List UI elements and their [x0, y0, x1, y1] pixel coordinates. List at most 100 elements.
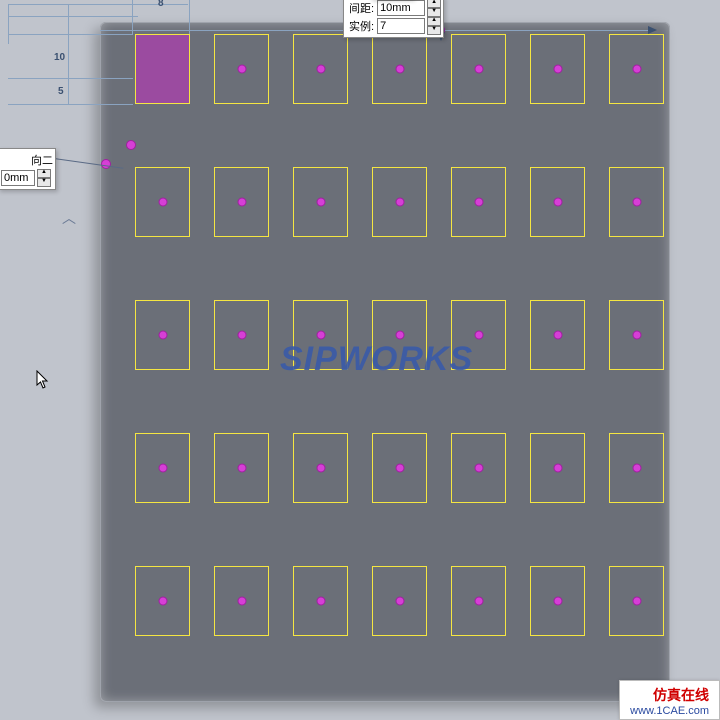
direction-2-panel[interactable]: 向二 0mm ▲▼	[0, 148, 56, 190]
instance-center-point	[553, 198, 562, 207]
instance-center-point	[632, 65, 641, 74]
instance-center-point	[632, 198, 641, 207]
pattern-instance[interactable]	[609, 566, 664, 636]
direction-1-panel[interactable]: 间距: 10mm ▲▼ 实例: 7 ▲▼	[343, 0, 444, 38]
pattern-instance[interactable]	[135, 167, 190, 237]
instance-center-point	[395, 65, 404, 74]
panel1-row2-spinner[interactable]: ▲▼	[427, 17, 441, 35]
pattern-instance[interactable]	[214, 34, 269, 104]
dim-label-left-10: 10	[54, 52, 65, 63]
sketch-point-b[interactable]	[126, 140, 136, 150]
cursor-icon	[36, 370, 50, 390]
spinner-down-icon[interactable]: ▼	[37, 178, 51, 187]
spinner-up-icon[interactable]: ▲	[37, 169, 51, 178]
pattern-instance[interactable]	[135, 34, 190, 104]
instance-center-point	[395, 597, 404, 606]
instance-center-point	[158, 464, 167, 473]
direction-1-arrow-icon	[648, 26, 657, 34]
cad-viewport[interactable]: 8 10 5 40 间距: 10mm ▲▼ 实例: 7 ▲▼ 方向一 向二 0m…	[0, 0, 720, 720]
instance-center-point	[237, 597, 246, 606]
instance-center-point	[237, 198, 246, 207]
pattern-instance[interactable]	[451, 300, 506, 370]
panel1-row2-input[interactable]: 7	[377, 18, 425, 34]
pattern-instance[interactable]	[451, 566, 506, 636]
instance-center-point	[158, 331, 167, 340]
pattern-instance[interactable]	[451, 433, 506, 503]
instance-center-point	[474, 65, 483, 74]
pattern-instance[interactable]	[214, 566, 269, 636]
pattern-instance[interactable]	[609, 167, 664, 237]
brand-watermark: 仿真在线 www.1CAE.com	[619, 680, 720, 720]
spinner-down-icon[interactable]: ▼	[427, 26, 441, 35]
dim-line-left-v	[68, 4, 69, 104]
instance-center-point	[395, 464, 404, 473]
instance-center-point	[632, 464, 641, 473]
spinner-down-icon[interactable]: ▼	[427, 8, 441, 17]
pattern-instance[interactable]	[609, 34, 664, 104]
panel2-title: 向二	[31, 152, 53, 168]
pattern-instance[interactable]	[609, 433, 664, 503]
pattern-instance[interactable]	[293, 34, 348, 104]
pattern-instance[interactable]	[372, 34, 427, 104]
brand-en: www.1CAE.com	[630, 705, 709, 717]
dim-line-top-2	[8, 16, 138, 17]
brand-cn: 仿真在线	[630, 685, 709, 705]
pattern-instance[interactable]	[530, 300, 585, 370]
pattern-instance[interactable]	[135, 300, 190, 370]
pattern-instance[interactable]	[530, 433, 585, 503]
pattern-instance[interactable]	[293, 433, 348, 503]
pattern-instance[interactable]	[530, 34, 585, 104]
panel1-row1-spinner[interactable]: ▲▼	[427, 0, 441, 17]
instance-center-point	[158, 198, 167, 207]
instance-center-point	[316, 65, 325, 74]
instance-center-point	[632, 331, 641, 340]
dim-label-top: 8	[158, 0, 164, 9]
instance-center-point	[553, 597, 562, 606]
instance-center-point	[395, 198, 404, 207]
instance-center-point	[316, 464, 325, 473]
pattern-instance[interactable]	[609, 300, 664, 370]
dim-line-top-v0	[8, 4, 9, 44]
dim-line-top-v2	[189, 0, 190, 34]
instance-center-point	[474, 597, 483, 606]
instance-center-point	[632, 597, 641, 606]
pattern-instance[interactable]	[214, 300, 269, 370]
dim-line-top-v1	[132, 0, 133, 34]
panel2-row1-input[interactable]: 0mm	[1, 170, 35, 186]
instance-center-point	[474, 198, 483, 207]
instance-center-point	[553, 464, 562, 473]
pattern-instance[interactable]	[372, 167, 427, 237]
pattern-instance[interactable]	[214, 433, 269, 503]
instance-center-point	[316, 597, 325, 606]
pattern-instance[interactable]	[372, 433, 427, 503]
panel1-row1-label: 间距:	[346, 0, 377, 16]
instance-center-point	[474, 464, 483, 473]
pattern-instance[interactable]	[214, 167, 269, 237]
instance-center-point	[158, 597, 167, 606]
pattern-instance[interactable]	[135, 566, 190, 636]
pattern-instance[interactable]	[451, 167, 506, 237]
pattern-instance[interactable]	[293, 167, 348, 237]
dim-line-left-h2	[8, 78, 133, 79]
pattern-instance[interactable]	[530, 167, 585, 237]
instance-center-point	[553, 331, 562, 340]
instance-center-point	[553, 65, 562, 74]
dim-line-left-h3	[8, 104, 133, 105]
pattern-instance[interactable]	[451, 34, 506, 104]
spinner-up-icon[interactable]: ▲	[427, 17, 441, 26]
panel1-row1-input[interactable]: 10mm	[377, 0, 425, 16]
instance-center-point	[316, 198, 325, 207]
pattern-instance[interactable]	[293, 566, 348, 636]
pattern-instance[interactable]	[530, 566, 585, 636]
pattern-instance[interactable]	[135, 433, 190, 503]
instance-center-point	[237, 464, 246, 473]
instance-center-point	[474, 331, 483, 340]
pattern-instance[interactable]	[372, 566, 427, 636]
spinner-up-icon[interactable]: ▲	[427, 0, 441, 8]
instance-center-point	[395, 331, 404, 340]
panel2-row1-spinner[interactable]: ▲▼	[37, 169, 51, 187]
instance-center-point	[237, 65, 246, 74]
collapse-chevron-icon[interactable]: ︿	[62, 208, 76, 228]
pattern-instance[interactable]	[372, 300, 427, 370]
pattern-instance[interactable]	[293, 300, 348, 370]
